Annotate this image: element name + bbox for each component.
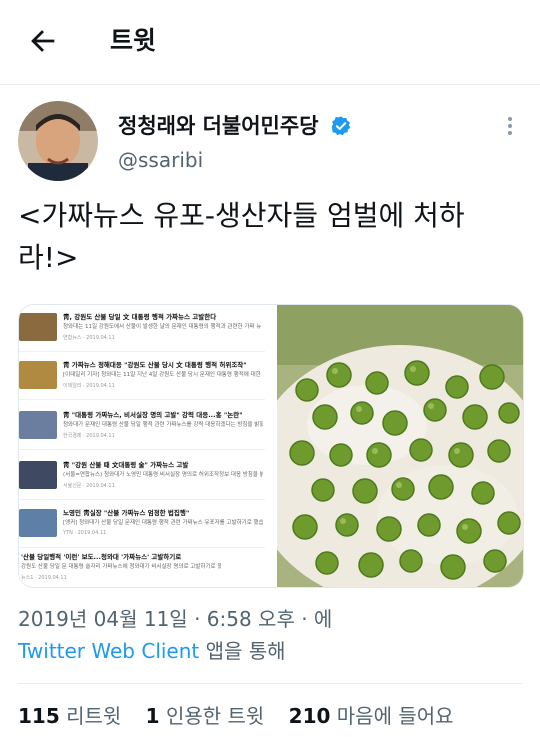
like-label[interactable]: 마음에 들어요 <box>337 704 454 728</box>
author-name[interactable]: 정청래와 더불어민주당 <box>118 112 319 140</box>
news-title: 노영민 靑실장 "산불 가짜뉴스 엄정한 법집행" <box>63 509 190 517</box>
news-snippet: 청와대가 문재인 대통령 산불 당일 행적 관련 가짜뉴스를 강력 대응하겠다는… <box>63 422 263 428</box>
tweet-media[interactable]: 靑, 강원도 산불 당일 文 대통령 행적 가짜뉴스 고발한다 청와대는 11일… <box>18 304 524 588</box>
client-link[interactable]: Twitter Web Client <box>18 639 199 663</box>
news-thumbnail <box>19 361 57 389</box>
news-title: '산불 당일행적 '이런' 보도...청와대 '가짜뉴스' 고발하기로 <box>21 553 182 561</box>
news-title: 靑 가짜뉴스 정해대응 "강원도 산불 당시 文 대통령 행적 허위조작" <box>63 361 247 369</box>
peas-rice-photo[interactable] <box>277 305 523 587</box>
news-date: 연합뉴스 · 2019.04.11 <box>63 335 115 341</box>
news-snippet: (서울=연합뉴스) 청와대가 노영민 대통령 비서실장 명의로 허위조작정보 대… <box>63 472 263 478</box>
like-count[interactable]: 210 <box>289 704 331 728</box>
news-item: 노영민 靑실장 "산불 가짜뉴스 엄정한 법집행" [앵커] 청와대가 산불 당… <box>19 503 265 548</box>
news-thumbnail <box>19 313 57 341</box>
tweet-client: Twitter Web Client 앱을 통해 <box>18 636 286 666</box>
client-via: 앱을 통해 <box>205 639 286 663</box>
back-arrow-icon[interactable] <box>26 24 60 58</box>
quote-label[interactable]: 인용한 트윗 <box>166 704 264 728</box>
top-bar: 트윗 <box>0 0 540 85</box>
news-date: 뉴스1 · 2019.04.11 <box>21 575 67 581</box>
tweet-text: <가짜뉴스 유포-생산자들 엄벌에 처하라!> <box>18 199 465 274</box>
news-item: '산불 당일행적 '이런' 보도...청와대 '가짜뉴스' 고발하기로 강원도 … <box>19 547 265 587</box>
news-snippet: [이데일리 기자] 청와대는 11일 지난 4일 강원도 산불 당시 문재인 대… <box>63 372 263 378</box>
news-thumbnail <box>19 461 57 489</box>
tweet-stats: 115 리트윗 1 인용한 트윗 210 마음에 들어요 <box>18 701 472 731</box>
news-snippet: [앵커] 청와대가 산불 당일 문재인 대통령 행적 관련 가짜뉴스 유포자를 … <box>63 520 263 526</box>
news-screenshot[interactable]: 靑, 강원도 산불 당일 文 대통령 행적 가짜뉴스 고발한다 청와대는 11일… <box>19 305 269 587</box>
author-handle[interactable]: @ssaribi <box>118 146 203 174</box>
news-title: 靑 "대통령 가짜뉴스, 비서실장 명의 고발" 강력 대응...홍 "논란" <box>63 411 243 419</box>
news-date: 이데일리 · 2019.04.11 <box>63 383 115 389</box>
news-snippet: 청와대는 11일 강원도에서 산불이 발생한 날의 문재인 대통령의 행적과 관… <box>63 324 262 330</box>
news-date: 한국경제 · 2019.04.11 <box>63 433 115 439</box>
news-item: 靑 "강원 산불 때 文대통령 술" 가짜뉴스 고발 (서울=연합뉴스) 청와대… <box>19 455 265 500</box>
quote-count[interactable]: 1 <box>146 704 160 728</box>
tweet-timestamp[interactable]: 2019년 04월 11일 · 6:58 오후 · 에 <box>18 604 332 634</box>
news-title: 靑, 강원도 산불 당일 文 대통령 행적 가짜뉴스 고발한다 <box>63 313 217 321</box>
news-title: 靑 "강원 산불 때 文대통령 술" 가짜뉴스 고발 <box>63 461 189 469</box>
retweet-count[interactable]: 115 <box>18 704 60 728</box>
news-item: 靑 "대통령 가짜뉴스, 비서실장 명의 고발" 강력 대응...홍 "논란" … <box>19 405 265 450</box>
news-item: 靑 가짜뉴스 정해대응 "강원도 산불 당시 文 대통령 행적 허위조작" [이… <box>19 355 265 400</box>
more-options-icon[interactable] <box>496 112 524 140</box>
retweet-label[interactable]: 리트윗 <box>66 704 121 728</box>
page-title: 트윗 <box>110 26 157 55</box>
news-item: 靑, 강원도 산불 당일 文 대통령 행적 가짜뉴스 고발한다 청와대는 11일… <box>19 307 265 352</box>
news-date: YTN · 2019.04.11 <box>63 530 107 536</box>
news-thumbnail <box>19 509 57 537</box>
news-date: 서울신문 · 2019.04.11 <box>63 483 115 489</box>
divider <box>18 683 522 684</box>
news-snippet: 강원도 산불 당일 문 대통령 술자리 가짜뉴스에 청와대가 비서실장 명의로 … <box>21 564 221 570</box>
avatar[interactable] <box>18 101 98 181</box>
news-thumbnail <box>19 411 57 439</box>
verified-badge-icon <box>331 116 351 136</box>
